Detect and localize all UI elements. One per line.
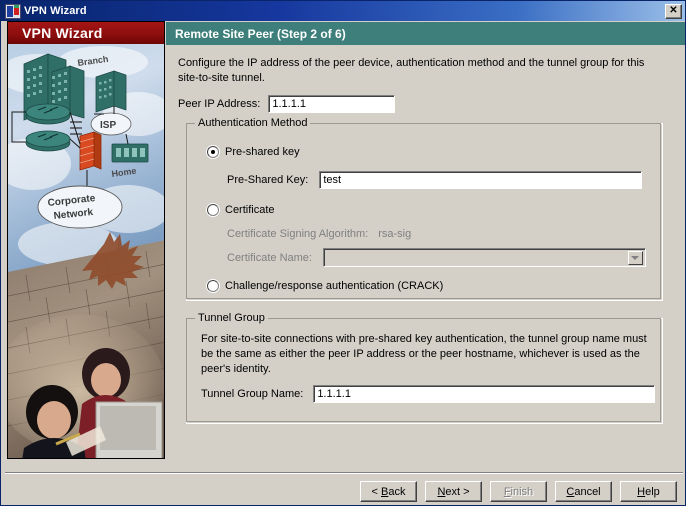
wizard-banner-label: VPN Wizard [22, 25, 103, 41]
peer-ip-label: Peer IP Address: [178, 98, 261, 110]
peer-ip-row: Peer IP Address: [178, 95, 396, 113]
next-button-label: Next > [437, 485, 470, 498]
button-bar-separator [5, 472, 683, 474]
help-button-label: Help [637, 485, 660, 498]
step-header: Remote Site Peer (Step 2 of 6) [166, 22, 685, 45]
peer-ip-input[interactable] [268, 95, 396, 113]
cancel-button-label: Cancel [566, 485, 601, 498]
step-header-title: Remote Site Peer (Step 2 of 6) [175, 26, 346, 41]
preshared-key-input[interactable] [319, 171, 643, 189]
radio-indicator-icon [207, 280, 219, 292]
preshared-key-label: Pre-Shared Key: [227, 174, 309, 186]
chevron-down-icon[interactable] [627, 251, 643, 265]
certificate-name-label: Certificate Name: [227, 251, 312, 264]
label-isp: ISP [100, 120, 116, 131]
close-icon[interactable]: ✕ [665, 3, 682, 19]
tunnel-group-description: For site-to-site connections with pre-sh… [201, 333, 647, 375]
app-icon [5, 3, 21, 19]
title-bar: VPN Wizard ✕ [1, 1, 685, 21]
illustration-svg: Branch ISP Home Corporate Network [8, 44, 164, 458]
radio-preshared-key[interactable]: Pre-shared key [207, 146, 300, 158]
tunnel-group-name-label: Tunnel Group Name: [201, 388, 304, 400]
radio-certificate[interactable]: Certificate [207, 204, 275, 216]
radio-crack-label: Challenge/response authentication (CRACK… [225, 280, 444, 292]
radio-certificate-label: Certificate [225, 204, 275, 216]
radio-crack[interactable]: Challenge/response authentication (CRACK… [207, 280, 443, 292]
wizard-button-bar: < Back Next > Finish Cancel Help [360, 481, 677, 502]
certificate-algorithm-label: Certificate Signing Algorithm: [227, 228, 369, 240]
tunnel-group-name-input[interactable] [313, 385, 656, 403]
page-description: Configure the IP address of the peer dev… [178, 57, 645, 84]
certificate-name-row: Certificate Name: [227, 248, 646, 267]
finish-button: Finish [490, 481, 547, 502]
content-panel: Configure the IP address of the peer dev… [166, 45, 685, 470]
back-button-label: < Back [371, 485, 406, 498]
authentication-method-group: Authentication Method Pre-shared key Pre… [186, 117, 663, 301]
cancel-button[interactable]: Cancel [555, 481, 612, 502]
next-button[interactable]: Next > [425, 481, 482, 502]
back-button[interactable]: < Back [360, 481, 417, 502]
tunnel-group-name-row: Tunnel Group Name: [201, 385, 656, 403]
network-diagram-illustration: Branch ISP Home Corporate Network [8, 44, 164, 458]
radio-indicator-icon [207, 204, 219, 216]
vpn-wizard-window: VPN Wizard ✕ VPN Wizard Branch ISP Home … [0, 0, 686, 506]
certificate-algorithm-value: rsa-sig [378, 228, 412, 240]
authentication-method-title: Authentication Method [195, 117, 311, 129]
tunnel-group-title: Tunnel Group [195, 312, 268, 324]
radio-indicator-icon [207, 146, 219, 158]
help-button[interactable]: Help [620, 481, 677, 502]
preshared-key-row: Pre-Shared Key: [227, 171, 643, 189]
window-title: VPN Wizard [24, 5, 87, 17]
wizard-banner: VPN Wizard [8, 22, 164, 44]
certificate-algorithm-row: Certificate Signing Algorithm: rsa-sig [227, 228, 411, 240]
certificate-name-combobox[interactable] [322, 248, 646, 267]
finish-button-label: Finish [503, 485, 534, 498]
tunnel-group-group: Tunnel Group For site-to-site connection… [186, 312, 663, 424]
radio-preshared-key-label: Pre-shared key [225, 146, 300, 158]
wizard-illustration-panel: VPN Wizard Branch ISP Home Corporate Net… [7, 21, 165, 459]
